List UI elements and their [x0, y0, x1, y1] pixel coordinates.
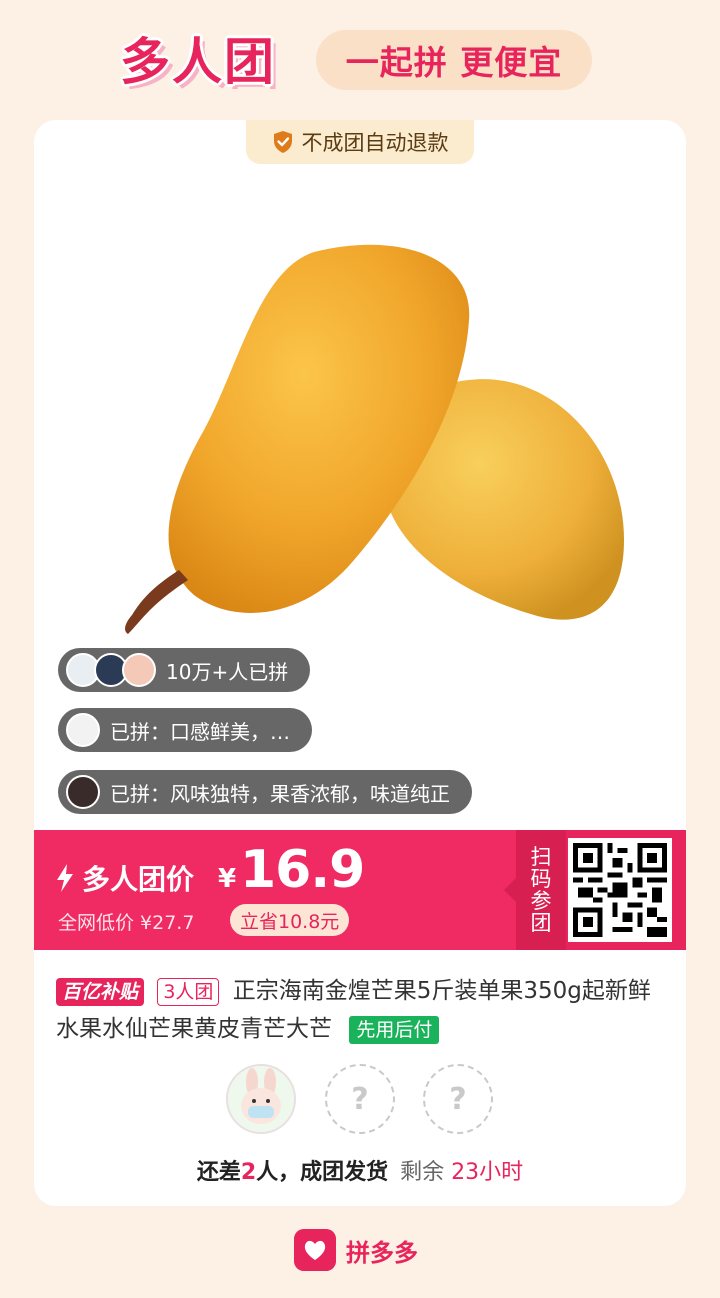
shield-check-icon [273, 131, 292, 153]
missing-count: 2 [240, 1160, 257, 1185]
app-name: 拼多多 [346, 1238, 418, 1267]
header: 多人团 一起拼 更便宜 [0, 0, 720, 120]
joined-count-text: 10万+人已拼 [166, 659, 289, 684]
refund-tag: 不成团自动退款 [246, 120, 474, 164]
avatar [66, 713, 100, 747]
notch-divider [504, 878, 516, 902]
group-price: 16.9 [240, 840, 365, 900]
empty-member-slot: ? [325, 1064, 395, 1134]
empty-member-slot: ? [423, 1064, 493, 1134]
avatar [122, 653, 156, 687]
avatar-stack [66, 653, 156, 687]
currency-symbol: ¥ [218, 864, 237, 894]
qr-code[interactable] [568, 838, 672, 942]
slogan-badge: 一起拼 更便宜 [316, 30, 592, 90]
refund-text: 不成团自动退款 [301, 131, 449, 155]
group-status: 还差2人，成团发货 剩余 23小时 [34, 1154, 686, 1186]
brand-logo: 多人团 [120, 33, 276, 91]
review-text: 已拼：风味独特，果香浓郁，味道纯正 [110, 781, 450, 806]
group-price-label: 多人团价 [82, 863, 195, 896]
price-bar[interactable]: 多人团价 ¥ 16.9 全网低价 ¥27.7 立省10.8元 扫码参团 [34, 830, 686, 950]
pay-later-badge: 先用后付 [349, 1015, 440, 1044]
status-prefix: 还差 [196, 1160, 241, 1185]
review-pill: 已拼：口感鲜美，… [58, 708, 312, 752]
subsidy-badge: 百亿补贴 [56, 977, 145, 1006]
lightning-icon [57, 864, 73, 892]
time-left: 23小时 [451, 1160, 524, 1185]
product-card[interactable]: 不成团自动退款 10万+人已拼 已拼：口感鲜美，… 已拼：风味独特，果香浓郁，味… [34, 120, 686, 1206]
joined-count-pill: 10万+人已拼 [58, 648, 311, 692]
status-suffix: 人，成团发货 [256, 1160, 389, 1185]
scan-to-join-label: 扫码参团 [530, 845, 552, 935]
review-pill: 已拼：风味独特，果香浓郁，味道纯正 [58, 770, 472, 814]
member-avatar [226, 1064, 296, 1134]
save-badge: 立省10.8元 [230, 904, 350, 936]
remaining-label: 剩余 [400, 1160, 445, 1185]
avatar [66, 775, 100, 809]
bunny-mask-avatar-icon [228, 1066, 294, 1132]
net-low-price: 全网低价 ¥27.7 [58, 912, 195, 934]
pinduoduo-logo-icon [294, 1229, 336, 1271]
footer-brand: 拼多多 [294, 1228, 418, 1272]
review-text: 已拼：口感鲜美，… [110, 719, 290, 744]
group-size-badge: 3人团 [157, 977, 220, 1006]
product-title-block[interactable]: 百亿补贴 3人团 正宗海南金煌芒果5斤装单果350g起新鲜水果水仙芒果黄皮青芒大… [56, 972, 668, 1048]
